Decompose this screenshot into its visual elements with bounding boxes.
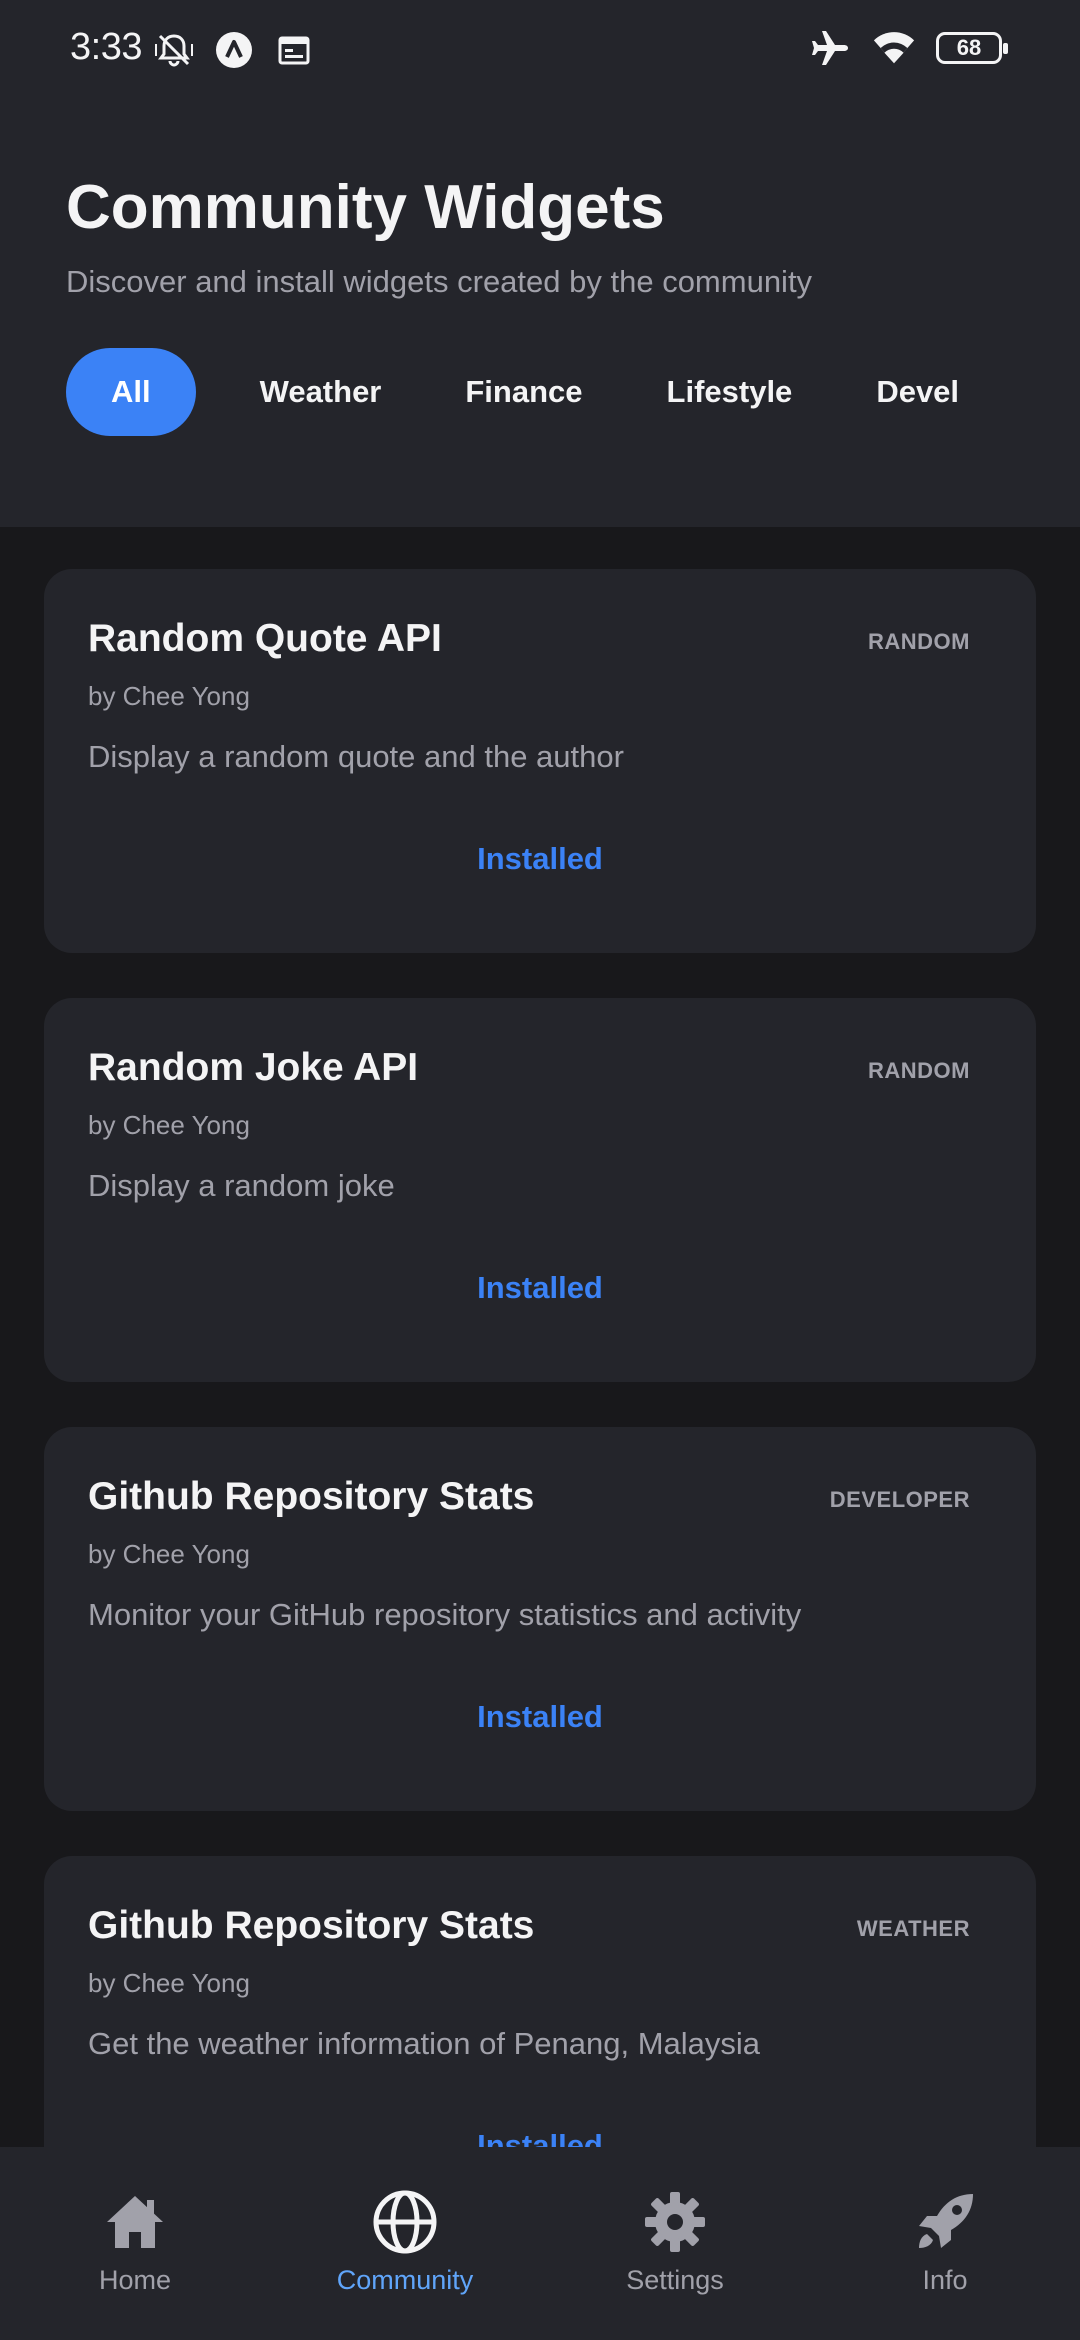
page-subtitle: Discover and install widgets created by …	[66, 264, 813, 299]
widget-category-tag: WEATHER	[856, 1916, 970, 1941]
status-bar: 3:33 68	[0, 0, 1080, 100]
installed-button[interactable]: Installed	[44, 1699, 1036, 1735]
widget-title: Github Repository Stats	[88, 1904, 535, 1947]
status-left-icons	[152, 28, 316, 72]
category-filter-row: All Weather Finance Lifestyle Devel	[66, 348, 1080, 436]
header: 3:33 68 Community Widgets Discover and i…	[0, 0, 1080, 527]
widget-card[interactable]: Github Repository Stats WEATHER by Chee …	[44, 1856, 1036, 2147]
widget-card[interactable]: Random Joke API RANDOM by Chee Yong Disp…	[44, 998, 1036, 1382]
status-right-icons: 68	[808, 26, 1008, 70]
widget-list[interactable]: Random Quote API RANDOM by Chee Yong Dis…	[0, 527, 1080, 2147]
widget-description: Get the weather information of Penang, M…	[88, 2026, 761, 2061]
battery-icon: 68	[936, 32, 1008, 64]
widget-description: Display a random quote and the author	[88, 739, 624, 774]
home-icon	[102, 2189, 168, 2255]
widget-card[interactable]: Github Repository Stats DEVELOPER by Che…	[44, 1427, 1036, 1811]
widget-author: by Chee Yong	[88, 1110, 250, 1140]
app-a-icon	[212, 28, 256, 72]
bottom-nav: Home Community Settings Info	[0, 2147, 1080, 2340]
page-title: Community Widgets	[66, 173, 665, 242]
nav-item-home[interactable]: Home	[0, 2147, 270, 2340]
filter-chip-finance[interactable]: Finance	[445, 348, 602, 436]
airplane-icon	[808, 26, 852, 70]
nav-label: Info	[922, 2265, 968, 2295]
widget-author: by Chee Yong	[88, 681, 250, 711]
widget-description: Display a random joke	[88, 1168, 395, 1203]
filter-chip-all[interactable]: All	[66, 348, 196, 436]
widget-author: by Chee Yong	[88, 1968, 250, 1998]
filter-chip-weather[interactable]: Weather	[240, 348, 402, 436]
mute-vibrate-icon	[152, 28, 196, 72]
widget-description: Monitor your GitHub repository statistic…	[88, 1597, 802, 1632]
rocket-icon	[912, 2189, 978, 2255]
nav-item-info[interactable]: Info	[810, 2147, 1080, 2340]
widget-category-tag: RANDOM	[868, 1058, 970, 1083]
wifi-icon	[872, 26, 916, 70]
widget-category-tag: DEVELOPER	[829, 1487, 970, 1512]
nav-item-community[interactable]: Community	[270, 2147, 540, 2340]
widget-card[interactable]: Random Quote API RANDOM by Chee Yong Dis…	[44, 569, 1036, 953]
installed-button[interactable]: Installed	[44, 841, 1036, 877]
status-time: 3:33	[70, 26, 142, 68]
filter-chip-developer[interactable]: Devel	[856, 348, 979, 436]
installed-button[interactable]: Installed	[44, 1270, 1036, 1306]
nav-label: Settings	[626, 2265, 724, 2295]
gear-icon	[642, 2189, 708, 2255]
nav-label: Community	[336, 2265, 474, 2295]
globe-icon	[372, 2189, 438, 2255]
screen: 3:33 68 Community Widgets Discover and i…	[0, 0, 1080, 2340]
nav-label: Home	[98, 2265, 172, 2295]
calendar-icon	[272, 28, 316, 72]
widget-category-tag: RANDOM	[868, 629, 970, 654]
nav-item-settings[interactable]: Settings	[540, 2147, 810, 2340]
widget-title: Random Quote API	[88, 617, 442, 660]
installed-button[interactable]: Installed	[44, 2128, 1036, 2147]
filter-chip-lifestyle[interactable]: Lifestyle	[647, 348, 813, 436]
widget-title: Github Repository Stats	[88, 1475, 535, 1518]
widget-author: by Chee Yong	[88, 1539, 250, 1569]
widget-title: Random Joke API	[88, 1046, 419, 1089]
